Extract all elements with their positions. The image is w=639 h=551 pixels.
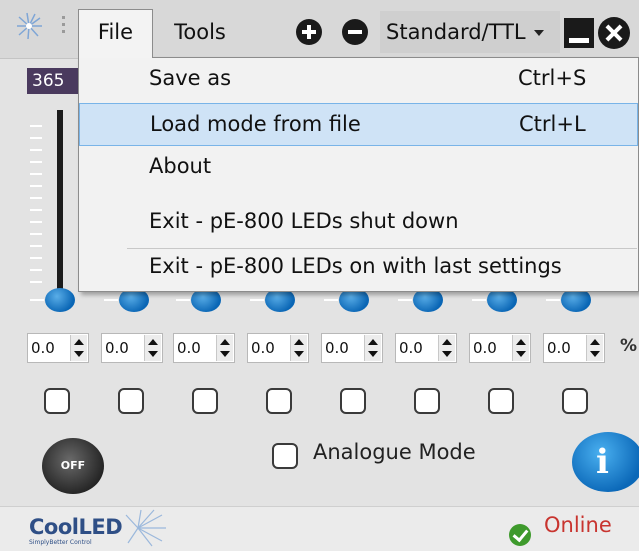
file-menu-dropdown: Save as Ctrl+S Load mode from file Ctrl+… <box>78 57 639 292</box>
spinner-arrows <box>290 335 307 361</box>
menu-tools[interactable]: Tools <box>160 9 240 55</box>
channel-enable-checkbox[interactable] <box>192 388 218 414</box>
brand-tagline: SimplyBetter Control <box>29 539 92 546</box>
menu-item-label: Exit - pE-800 LEDs shut down <box>149 209 459 233</box>
check-icon <box>509 524 531 546</box>
arrow-up-icon[interactable] <box>590 339 600 345</box>
menu-item-about[interactable]: About <box>79 146 638 189</box>
spinner-arrows <box>144 335 161 361</box>
info-button[interactable]: i <box>572 432 639 492</box>
spinner-arrows <box>216 335 233 361</box>
brand-burst-icon <box>125 509 166 547</box>
intensity-spinner[interactable]: 0.0 <box>173 333 235 363</box>
arrow-down-icon[interactable] <box>590 351 600 357</box>
intensity-spinner[interactable]: 0.0 <box>395 333 457 363</box>
spinner-value[interactable]: 0.0 <box>177 334 201 362</box>
arrow-up-icon[interactable] <box>220 339 230 345</box>
mode-select[interactable]: Standard/TTL <box>380 11 560 53</box>
spinner-arrows <box>364 335 381 361</box>
close-icon[interactable] <box>598 17 630 49</box>
menu-item-exit-shutdown[interactable]: Exit - pE-800 LEDs shut down <box>79 201 638 244</box>
channel-enable-checkbox[interactable] <box>44 388 70 414</box>
menu-file[interactable]: File <box>78 9 153 58</box>
menu-item-exit-keep-on[interactable]: Exit - pE-800 LEDs on with last settings <box>79 246 638 289</box>
connection-status: Online <box>544 513 612 537</box>
minimize-icon[interactable] <box>564 18 594 48</box>
channel-enable-checkbox[interactable] <box>414 388 440 414</box>
off-button[interactable]: OFF <box>42 438 104 494</box>
arrow-down-icon[interactable] <box>148 351 158 357</box>
slider-handle[interactable] <box>45 288 75 312</box>
analogue-mode-label: Analogue Mode <box>313 440 476 464</box>
intensity-spinner[interactable]: 0.0 <box>321 333 383 363</box>
arrow-up-icon[interactable] <box>148 339 158 345</box>
spinner-value[interactable]: 0.0 <box>31 334 55 362</box>
arrow-down-icon[interactable] <box>74 351 84 357</box>
title-bar: File Tools Standard/TTL <box>0 0 639 59</box>
slider-tick-mark <box>472 299 486 301</box>
menu-item-label: About <box>149 154 212 178</box>
minus-icon[interactable] <box>342 19 368 45</box>
menu-item-label: Load mode from file <box>150 112 361 136</box>
spinner-arrows <box>512 335 529 361</box>
menu-item-label: Exit - pE-800 LEDs on with last settings <box>149 254 562 278</box>
menu-item-shortcut: Ctrl+L <box>519 112 586 136</box>
app-logo-icon <box>17 12 42 40</box>
chevron-down-icon <box>534 30 544 36</box>
intensity-spinner[interactable]: 0.0 <box>469 333 531 363</box>
spinner-value[interactable]: 0.0 <box>105 334 129 362</box>
spinner-value[interactable]: 0.0 <box>399 334 423 362</box>
slider-track <box>57 110 63 300</box>
arrow-down-icon[interactable] <box>368 351 378 357</box>
app-window: File Tools Standard/TTL 365 0.0 0.0 0.0 0.0… <box>0 0 639 551</box>
channel-enable-checkbox[interactable] <box>118 388 144 414</box>
intensity-spinner[interactable]: 0.0 <box>27 333 89 363</box>
mode-select-value: Standard/TTL <box>386 20 526 44</box>
arrow-down-icon[interactable] <box>220 351 230 357</box>
intensity-readout: 365 <box>27 68 79 94</box>
menu-item-label: Save as <box>149 66 232 90</box>
menu-item-save-as[interactable]: Save as Ctrl+S <box>79 58 638 101</box>
spinner-value[interactable]: 0.0 <box>325 334 349 362</box>
menu-item-load-mode[interactable]: Load mode from file Ctrl+L <box>79 103 638 146</box>
slider-tick-mark <box>324 299 338 301</box>
channel-enable-checkbox[interactable] <box>266 388 292 414</box>
intensity-spinner[interactable]: 0.0 <box>247 333 309 363</box>
arrow-down-icon[interactable] <box>294 351 304 357</box>
spinner-value[interactable]: 0.0 <box>473 334 497 362</box>
spinner-arrows <box>586 335 603 361</box>
percent-unit: % <box>620 336 638 356</box>
slider-tick-mark <box>546 299 560 301</box>
arrow-up-icon[interactable] <box>368 339 378 345</box>
slider-tick-mark <box>250 299 264 301</box>
plus-icon[interactable] <box>296 19 322 45</box>
arrow-up-icon[interactable] <box>442 339 452 345</box>
spinner-value[interactable]: 0.0 <box>547 334 571 362</box>
arrow-down-icon[interactable] <box>516 351 526 357</box>
channel-enable-checkbox[interactable] <box>488 388 514 414</box>
intensity-spinner[interactable]: 0.0 <box>101 333 163 363</box>
arrow-down-icon[interactable] <box>442 351 452 357</box>
grip-icon[interactable] <box>62 16 66 36</box>
arrow-up-icon[interactable] <box>294 339 304 345</box>
channel-enable-checkbox[interactable] <box>562 388 588 414</box>
brand-logo: CoolLED <box>29 515 123 539</box>
slider-ticks <box>30 125 42 290</box>
spinner-value[interactable]: 0.0 <box>251 334 275 362</box>
arrow-up-icon[interactable] <box>74 339 84 345</box>
channel-enable-checkbox[interactable] <box>340 388 366 414</box>
menu-item-shortcut: Ctrl+S <box>518 66 587 90</box>
spinner-arrows <box>438 335 455 361</box>
slider-tick-mark <box>104 299 118 301</box>
spinner-arrows <box>70 335 87 361</box>
slider-tick-mark <box>176 299 190 301</box>
slider-tick-mark <box>398 299 412 301</box>
intensity-spinner[interactable]: 0.0 <box>543 333 605 363</box>
arrow-up-icon[interactable] <box>516 339 526 345</box>
slider-tick-mark <box>30 299 44 301</box>
analogue-mode-checkbox[interactable] <box>272 443 298 469</box>
